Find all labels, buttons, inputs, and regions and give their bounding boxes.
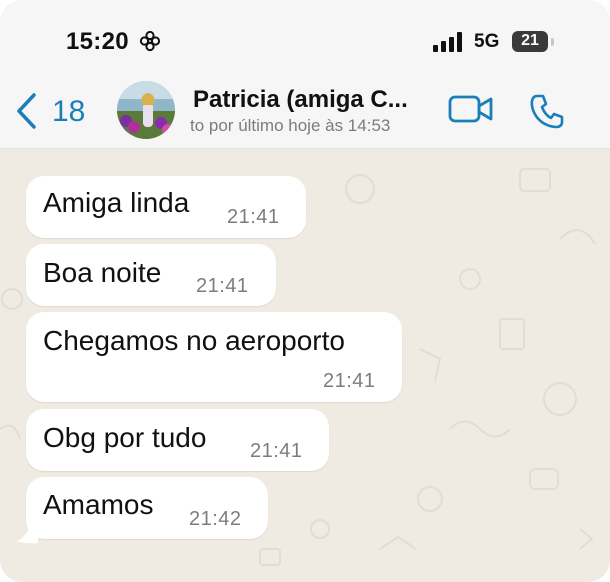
message-time: 21:41: [227, 206, 280, 228]
unread-count: 18: [52, 95, 86, 128]
signal-icon: [433, 32, 462, 52]
message-bubble[interactable]: Chegamos no aeroporto 21:41: [26, 312, 402, 402]
battery-tip: [551, 38, 554, 46]
avatar[interactable]: [117, 81, 175, 139]
message-text: Boa noite: [43, 257, 162, 288]
battery-level: 21: [521, 32, 539, 49]
message-text: Chegamos no aeroporto: [43, 325, 345, 356]
phone-call-icon[interactable]: [528, 92, 566, 130]
contact-name[interactable]: Patricia (amiga C...: [193, 86, 408, 114]
status-bar: 15:20 5G 21: [0, 0, 610, 80]
contact-last-seen: to por último hoje às 14:53: [190, 116, 391, 135]
network-type: 5G: [474, 31, 500, 52]
message-text: Obg por tudo: [43, 422, 207, 453]
chat-area: Amiga linda 21:41 Boa noite 21:41 Chegam…: [0, 149, 610, 582]
message-bubble[interactable]: Amiga linda 21:41: [26, 176, 306, 238]
message-time: 21:42: [189, 508, 242, 530]
battery-icon: 21: [512, 31, 548, 52]
message-time: 21:41: [250, 440, 303, 462]
flower-icon: [139, 30, 161, 52]
chat-header: 18 Patricia (amiga C... to por último ho…: [0, 78, 610, 149]
message-text: Amiga linda: [43, 187, 190, 218]
contact-photo: [117, 81, 175, 139]
message-time: 21:41: [196, 275, 249, 297]
chevron-left-icon: [17, 93, 36, 129]
message-bubble[interactable]: Obg por tudo 21:41: [26, 409, 329, 471]
message-text: Amamos: [43, 489, 154, 520]
phone-screen: 15:20 5G 21 18 Patricia (amiga C... to p…: [0, 0, 610, 582]
status-time: 15:20: [66, 28, 129, 55]
message-bubble[interactable]: Boa noite 21:41: [26, 244, 276, 306]
message-time: 21:41: [323, 370, 376, 392]
video-call-icon[interactable]: [448, 94, 494, 124]
back-button[interactable]: 18: [10, 88, 90, 134]
message-bubble[interactable]: Amamos 21:42: [26, 477, 268, 539]
bubble-tail: [16, 527, 38, 544]
